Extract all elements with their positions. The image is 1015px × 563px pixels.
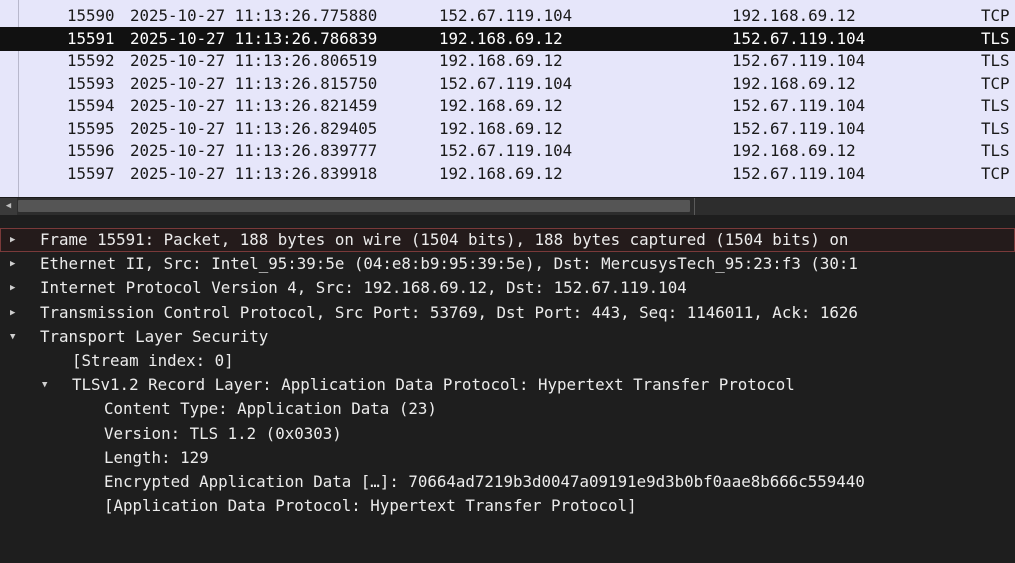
packet-source: 152.67.119.104 — [439, 6, 573, 25]
packet-row[interactable]: 15595 2025-10-27 11:13:26.829405 192.168.6… — [0, 118, 1015, 141]
details-tree-label: Frame 15591: Packet, 188 bytes on wire (… — [40, 230, 849, 249]
packet-source: 192.168.69.12 — [439, 96, 563, 115]
packet-protocol: TLS — [981, 28, 1010, 48]
packet-protocol: TLS — [981, 141, 1010, 160]
collapse-arrow-icon[interactable]: ▶ — [10, 252, 22, 276]
packet-details-tree[interactable]: ▶ Frame 15591: Packet, 188 bytes on wire … — [0, 220, 1015, 563]
details-tree-item[interactable]: Length: 129 — [0, 446, 1015, 470]
packet-timestamp: 2025-10-27 11:13:26.821459 — [130, 96, 378, 115]
packet-timestamp: 2025-10-27 11:13:26.806519 — [130, 51, 378, 70]
details-tree-item[interactable]: ▼ Transport Layer Security — [0, 325, 1015, 349]
packet-protocol: TCP — [981, 163, 1010, 183]
packet-protocol: TCP — [981, 73, 1010, 93]
packet-number: 15597 — [67, 163, 115, 183]
packet-destination: 152.67.119.104 — [732, 28, 866, 48]
packet-source: 192.168.69.12 — [439, 28, 563, 48]
details-tree-label: Version: TLS 1.2 (0x0303) — [104, 423, 342, 443]
packet-row[interactable]: 15593 2025-10-27 11:13:26.815750 152.67.11… — [0, 73, 1015, 96]
packet-row[interactable]: 15592 2025-10-27 11:13:26.806519 192.168.6… — [0, 50, 1015, 73]
packet-row[interactable]: 15596 2025-10-27 11:13:26.839777 152.67.11… — [0, 140, 1015, 163]
details-tree-item[interactable]: ▶ Internet Protocol Version 4, Src: 192.1… — [0, 276, 1015, 300]
details-tree-label: Content Type: Application Data (23) — [104, 399, 437, 419]
packet-number: 15596 — [67, 141, 115, 160]
packet-protocol: TLS — [981, 118, 1010, 138]
collapse-arrow-icon[interactable]: ▶ — [10, 276, 22, 300]
packet-row[interactable]: 15597 2025-10-27 11:13:26.839918 192.168.6… — [0, 163, 1015, 186]
packet-timestamp: 2025-10-27 11:13:26.775880 — [130, 6, 378, 25]
packet-destination: 192.168.69.12 — [732, 6, 856, 25]
details-tree-item[interactable]: [Application Data Protocol: Hypertext Tr… — [0, 494, 1015, 518]
packet-source: 192.168.69.12 — [439, 163, 563, 183]
details-tree-item[interactable]: ▶ Transmission Control Protocol, Src Port… — [0, 301, 1015, 325]
packet-destination: 192.168.69.12 — [732, 73, 856, 93]
details-tree-label: Transport Layer Security — [40, 326, 269, 346]
packet-source: 152.67.119.104 — [439, 141, 573, 160]
packet-protocol: TLS — [981, 96, 1010, 115]
details-tree-label: TLSv1.2 Record Layer: Application Data P… — [72, 375, 795, 395]
packet-row[interactable]: 15590 2025-10-27 11:13:26.775880 152.67.11… — [0, 5, 1015, 28]
details-tree-label: [Application Data Protocol: Hypertext Tr… — [104, 496, 637, 516]
packet-number: 15593 — [67, 73, 115, 93]
chevron-left-icon[interactable]: ◀ — [0, 198, 17, 215]
packet-protocol: TCP — [981, 6, 1010, 25]
packet-destination: 152.67.119.104 — [732, 163, 866, 183]
packet-source: 192.168.69.12 — [439, 118, 563, 138]
horizontal-scrollbar[interactable]: ◀ — [0, 197, 1015, 215]
collapse-arrow-icon[interactable]: ▶ — [10, 228, 22, 252]
packet-list[interactable]: 15590 2025-10-27 11:13:26.775880 152.67.11… — [0, 0, 1015, 197]
packet-number: 15595 — [67, 118, 115, 138]
expand-arrow-icon[interactable]: ▼ — [10, 325, 22, 349]
expand-arrow-icon[interactable]: ▼ — [42, 373, 54, 397]
details-tree-label: [Stream index: 0] — [72, 351, 234, 370]
packet-timestamp: 2025-10-27 11:13:26.815750 — [130, 73, 378, 93]
packet-timestamp: 2025-10-27 11:13:26.839918 — [130, 163, 378, 183]
packet-protocol: TLS — [981, 51, 1010, 70]
packet-destination: 152.67.119.104 — [732, 96, 866, 115]
details-tree-item[interactable]: ▶ Frame 15591: Packet, 188 bytes on wire … — [0, 228, 1015, 252]
scrollbar-thumb[interactable] — [18, 200, 690, 212]
collapse-arrow-icon[interactable]: ▶ — [10, 301, 22, 325]
details-tree-item[interactable]: ▼ TLSv1.2 Record Layer: Application Data … — [0, 373, 1015, 397]
column-splitter — [694, 198, 695, 215]
details-tree-label: Length: 129 — [104, 447, 209, 467]
details-tree-item[interactable]: [Stream index: 0] — [0, 349, 1015, 373]
packet-destination: 152.67.119.104 — [732, 118, 866, 138]
packet-number: 15591 — [67, 28, 115, 48]
details-tree-item[interactable]: Version: TLS 1.2 (0x0303) — [0, 422, 1015, 446]
packet-number: 15594 — [67, 96, 115, 115]
packet-row[interactable]: 15591 2025-10-27 11:13:26.786839 192.168.6… — [0, 26, 1015, 51]
details-tree-label: Internet Protocol Version 4, Src: 192.16… — [40, 278, 687, 298]
details-tree-item[interactable]: Encrypted Application Data […]: 70664ad7… — [0, 470, 1015, 494]
details-tree-item[interactable]: Content Type: Application Data (23) — [0, 397, 1015, 421]
packet-destination: 152.67.119.104 — [732, 51, 866, 70]
details-tree-label: Transmission Control Protocol, Src Port:… — [40, 302, 858, 322]
packet-source: 152.67.119.104 — [439, 73, 573, 93]
details-tree-label: Ethernet II, Src: Intel_95:39:5e (04:e8:… — [40, 254, 858, 274]
packet-timestamp: 2025-10-27 11:13:26.786839 — [130, 28, 378, 48]
packet-row[interactable]: 15594 2025-10-27 11:13:26.821459 192.168.6… — [0, 95, 1015, 118]
packet-timestamp: 2025-10-27 11:13:26.839777 — [130, 141, 378, 160]
details-tree-item[interactable]: ▶ Ethernet II, Src: Intel_95:39:5e (04:e8… — [0, 252, 1015, 276]
details-tree-label: Encrypted Application Data […]: 70664ad7… — [104, 472, 865, 491]
packet-number: 15592 — [67, 51, 115, 70]
packet-source: 192.168.69.12 — [439, 51, 563, 70]
packet-destination: 192.168.69.12 — [732, 141, 856, 160]
packet-number: 15590 — [67, 6, 115, 25]
packet-timestamp: 2025-10-27 11:13:26.829405 — [130, 118, 378, 138]
